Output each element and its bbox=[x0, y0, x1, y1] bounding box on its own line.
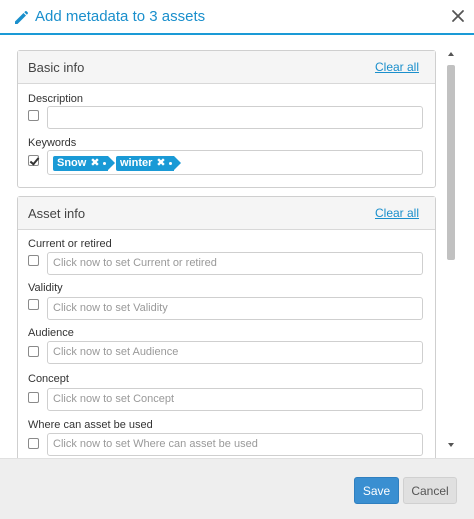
dialog-header: Add metadata to 3 assets bbox=[0, 0, 474, 35]
description-label: Description bbox=[28, 93, 84, 105]
remove-tag-icon[interactable]: ✖ bbox=[90, 157, 99, 169]
concept-input[interactable]: Click now to set Concept bbox=[47, 388, 423, 411]
keyword-tag-label: winter bbox=[120, 157, 153, 169]
description-checkbox[interactable] bbox=[28, 110, 39, 121]
scrollbar-thumb[interactable] bbox=[447, 65, 455, 260]
keywords-label: Keywords bbox=[28, 137, 77, 149]
scroll-up-arrow-icon[interactable] bbox=[446, 49, 456, 59]
concept-checkbox[interactable] bbox=[28, 392, 39, 403]
current-or-retired-label: Current or retired bbox=[28, 238, 112, 250]
cancel-button[interactable]: Cancel bbox=[403, 477, 457, 504]
basic-info-clear-all-link[interactable]: Clear all bbox=[375, 60, 419, 74]
where-used-checkbox[interactable] bbox=[28, 438, 39, 449]
dialog-title: Add metadata to 3 assets bbox=[35, 8, 206, 25]
asset-info-header: Asset info Clear all bbox=[18, 197, 435, 230]
basic-info-panel: Basic info Clear all Description Keyword… bbox=[17, 50, 436, 188]
audience-label: Audience bbox=[28, 327, 74, 339]
validity-checkbox[interactable] bbox=[28, 299, 39, 310]
audience-input[interactable]: Click now to set Audience bbox=[47, 341, 423, 364]
vertical-scrollbar[interactable] bbox=[446, 49, 456, 450]
tag-hole-icon bbox=[168, 161, 172, 165]
basic-info-header: Basic info Clear all bbox=[18, 51, 435, 84]
save-button[interactable]: Save bbox=[354, 477, 399, 504]
dialog-footer: Save Cancel bbox=[0, 458, 474, 519]
close-icon[interactable] bbox=[450, 8, 466, 24]
basic-info-title: Basic info bbox=[28, 60, 85, 75]
description-input[interactable] bbox=[47, 106, 423, 129]
asset-info-title: Asset info bbox=[28, 206, 86, 221]
asset-info-panel: Asset info Clear all Current or retired … bbox=[17, 196, 436, 458]
asset-info-clear-all-link[interactable]: Clear all bbox=[375, 206, 419, 220]
pencil-icon bbox=[15, 11, 28, 24]
validity-label: Validity bbox=[28, 282, 63, 294]
validity-input[interactable]: Click now to set Validity bbox=[47, 297, 423, 320]
audience-checkbox[interactable] bbox=[28, 346, 39, 357]
current-or-retired-checkbox[interactable] bbox=[28, 255, 39, 266]
keywords-checkbox[interactable] bbox=[28, 155, 39, 166]
add-metadata-dialog: Add metadata to 3 assets Basic info Clea… bbox=[0, 0, 474, 519]
current-or-retired-input[interactable]: Click now to set Current or retired bbox=[47, 252, 423, 275]
where-used-label: Where can asset be used bbox=[28, 419, 153, 431]
concept-label: Concept bbox=[28, 373, 69, 385]
dialog-body: Basic info Clear all Description Keyword… bbox=[0, 37, 474, 458]
tag-hole-icon bbox=[102, 161, 106, 165]
metadata-form: Basic info Clear all Description Keyword… bbox=[0, 37, 446, 458]
scroll-down-arrow-icon[interactable] bbox=[446, 440, 456, 450]
keyword-tag[interactable]: Snow ✖ bbox=[53, 156, 115, 171]
keyword-tag-label: Snow bbox=[57, 157, 87, 169]
keyword-tag[interactable]: winter ✖ bbox=[116, 156, 181, 171]
where-used-input[interactable]: Click now to set Where can asset be used bbox=[47, 433, 423, 456]
remove-tag-icon[interactable]: ✖ bbox=[156, 157, 165, 169]
keywords-tag-input[interactable]: Snow ✖ winter ✖ bbox=[47, 150, 423, 175]
